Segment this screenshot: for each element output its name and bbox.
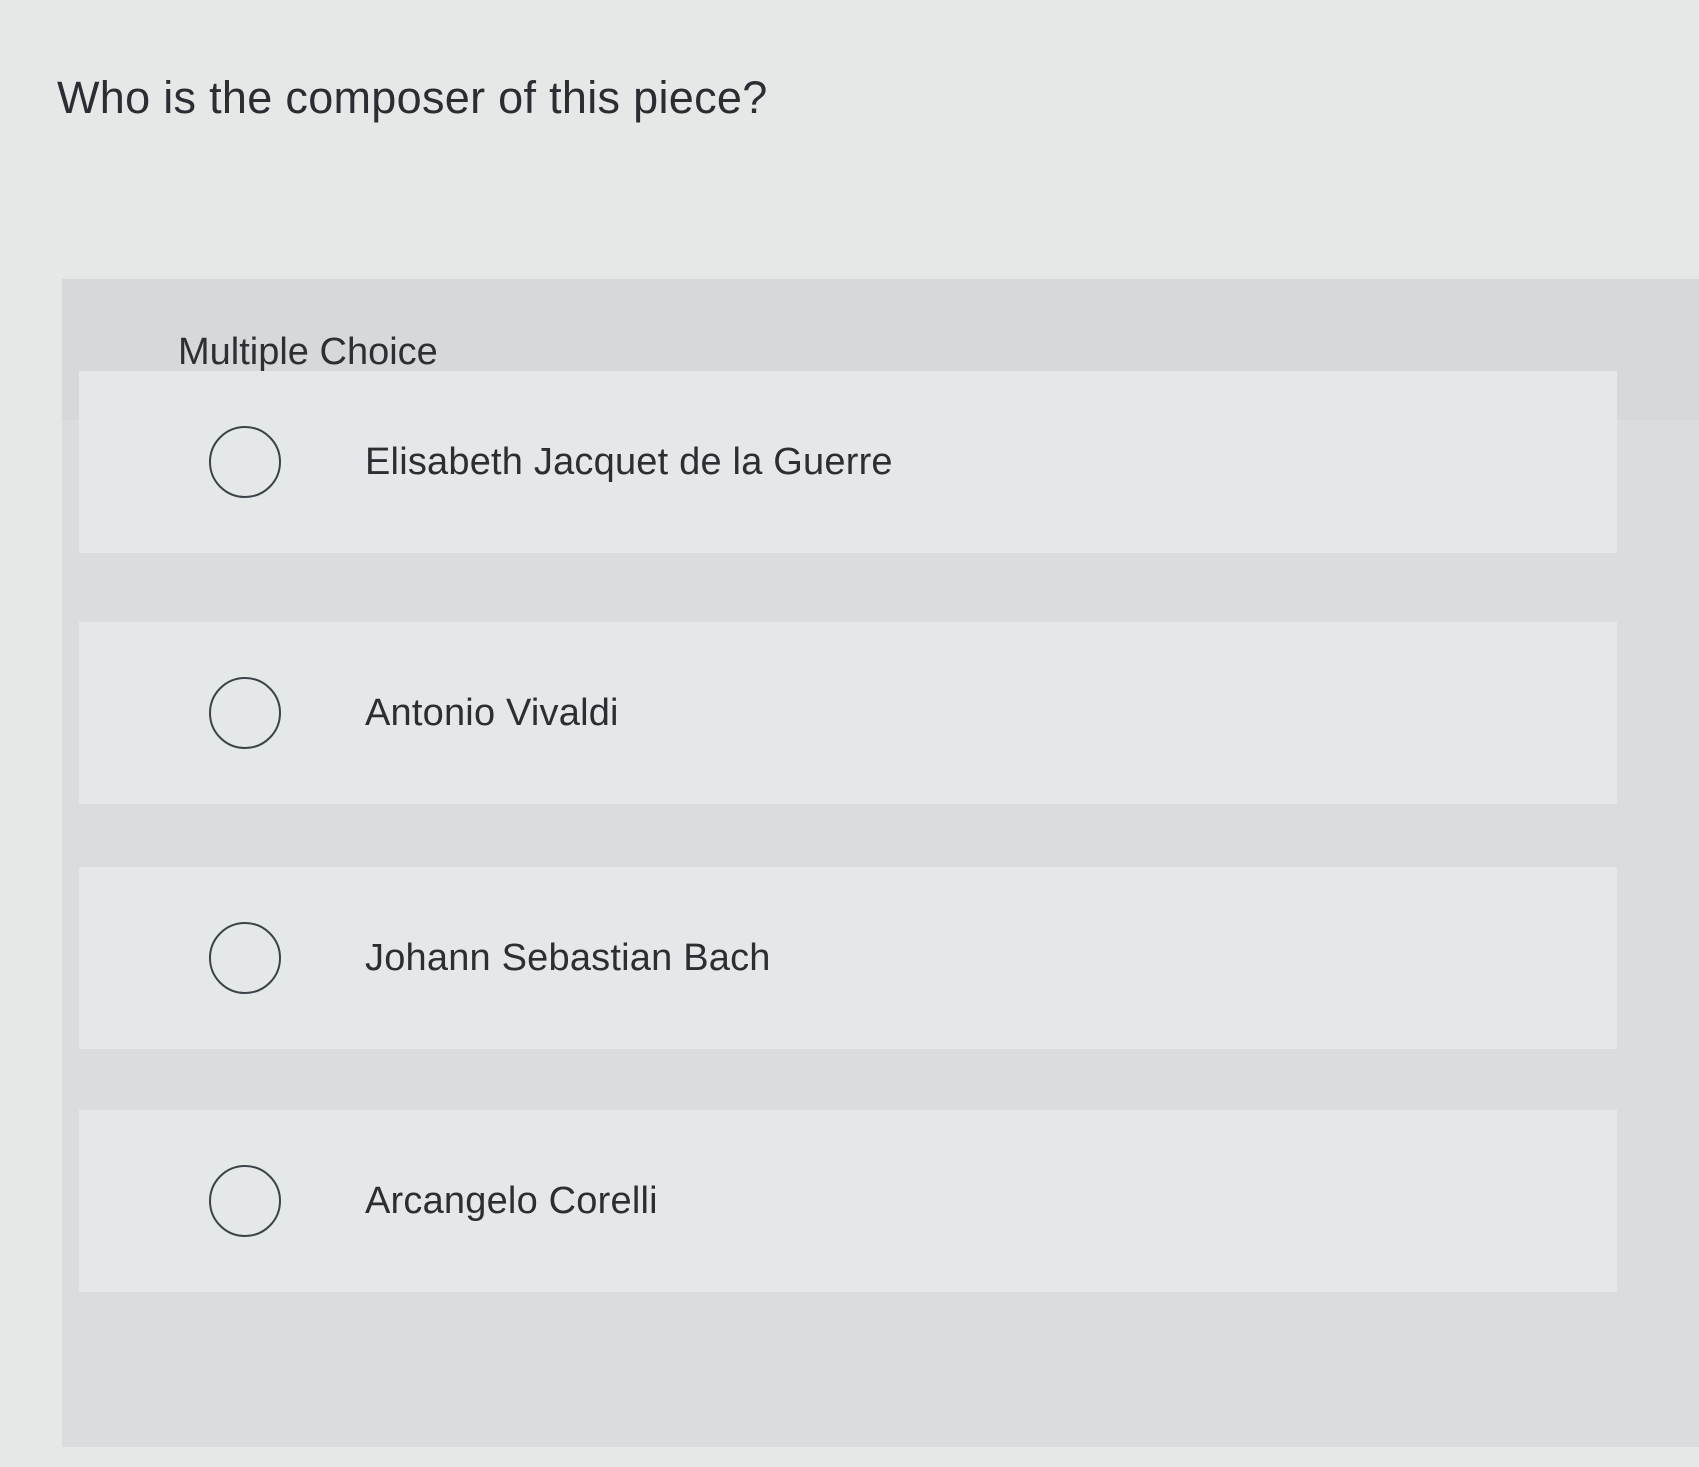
question-text: Who is the composer of this piece? <box>57 72 768 123</box>
answer-option-label: Antonio Vivaldi <box>365 691 619 734</box>
answer-option-3[interactable]: Johann Sebastian Bach <box>79 867 1617 1049</box>
multiple-choice-label: Multiple Choice <box>178 331 438 373</box>
answer-option-label: Elisabeth Jacquet de la Guerre <box>365 440 893 483</box>
radio-unselected-icon[interactable] <box>209 922 281 994</box>
answer-option-1[interactable]: Elisabeth Jacquet de la Guerre <box>79 371 1617 553</box>
answer-option-2[interactable]: Antonio Vivaldi <box>79 622 1617 804</box>
radio-unselected-icon[interactable] <box>209 677 281 749</box>
radio-unselected-icon[interactable] <box>209 426 281 498</box>
answer-option-4[interactable]: Arcangelo Corelli <box>79 1110 1617 1292</box>
answer-option-label: Arcangelo Corelli <box>365 1179 658 1222</box>
radio-unselected-icon[interactable] <box>209 1165 281 1237</box>
answer-option-label: Johann Sebastian Bach <box>365 936 771 979</box>
